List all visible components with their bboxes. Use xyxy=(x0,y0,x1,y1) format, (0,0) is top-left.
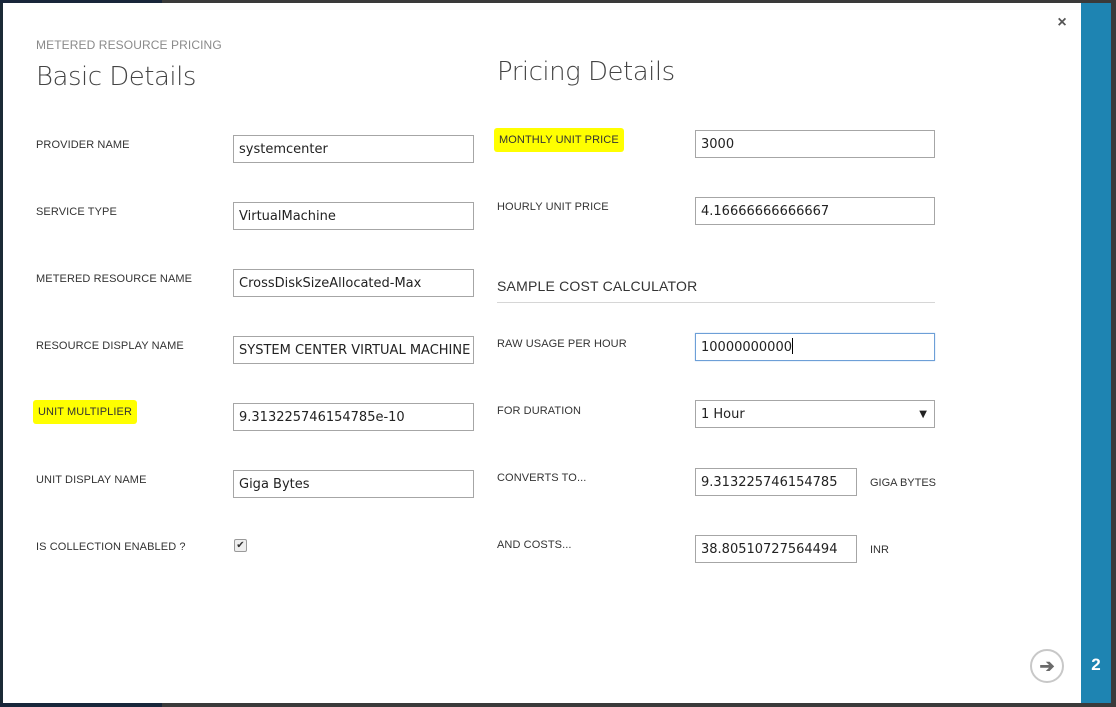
provider-name-label: PROVIDER NAME xyxy=(36,139,130,151)
costs-label: AND COSTS... xyxy=(497,539,572,551)
converts-to-output[interactable]: 9.313225746154785 xyxy=(695,468,857,496)
unit-multiplier-label: UNIT MULTIPLIER xyxy=(33,400,137,424)
duration-label: FOR DURATION xyxy=(497,405,582,417)
metered-resource-name-label: METERED RESOURCE NAME xyxy=(36,273,193,285)
hourly-unit-price-label: HOURLY UNIT PRICE xyxy=(497,201,609,213)
sample-cost-calculator-heading: SAMPLE COST CALCULATOR xyxy=(497,278,698,294)
unit-display-name-label: UNIT DISPLAY NAME xyxy=(36,474,147,486)
text-caret xyxy=(791,338,793,354)
chevron-down-icon: ▼ xyxy=(919,409,927,420)
collection-enabled-checkbox[interactable]: ✔ xyxy=(234,539,247,552)
wizard-step-bar xyxy=(1081,3,1111,703)
pricing-details-heading: Pricing Details xyxy=(497,57,675,87)
resource-display-name-label: RESOURCE DISPLAY NAME xyxy=(36,340,184,352)
raw-usage-value: 10000000000 xyxy=(701,340,792,355)
monthly-unit-price-label: MONTHLY UNIT PRICE xyxy=(494,128,624,152)
service-type-input[interactable]: VirtualMachine xyxy=(233,202,474,230)
provider-name-input[interactable]: systemcenter xyxy=(233,135,474,163)
dialog-subtitle: METERED RESOURCE PRICING xyxy=(36,38,222,52)
converts-to-unit: GIGA BYTES xyxy=(870,477,937,489)
next-arrow-icon[interactable]: ➔ xyxy=(1030,649,1064,683)
duration-selected-value: 1 Hour xyxy=(701,407,745,422)
hourly-unit-price-input[interactable]: 4.16666666666667 xyxy=(695,197,935,225)
resource-display-name-input[interactable]: SYSTEM CENTER VIRTUAL MACHINE - C xyxy=(233,336,474,364)
raw-usage-label: RAW USAGE PER HOUR xyxy=(497,338,627,350)
duration-select[interactable]: 1 Hour ▼ xyxy=(695,400,935,428)
converts-to-label: CONVERTS TO... xyxy=(497,472,587,484)
step-number: 2 xyxy=(1091,655,1101,674)
basic-details-heading: Basic Details xyxy=(36,62,196,92)
section-divider xyxy=(497,302,935,303)
service-type-label: SERVICE TYPE xyxy=(36,206,117,218)
currency-unit: INR xyxy=(870,544,889,556)
metered-resource-name-input[interactable]: CrossDiskSizeAllocated-Max xyxy=(233,269,474,297)
monthly-unit-price-input[interactable]: 3000 xyxy=(695,130,935,158)
raw-usage-input[interactable]: 10000000000 xyxy=(695,333,935,361)
costs-output[interactable]: 38.80510727564494 xyxy=(695,535,857,563)
monthly-unit-price-label-text: MONTHLY UNIT PRICE xyxy=(494,128,624,152)
unit-multiplier-input[interactable]: 9.313225746154785e-10 xyxy=(233,403,474,431)
background-strip-bottom xyxy=(0,703,162,707)
close-icon[interactable]: × xyxy=(1054,15,1070,31)
unit-display-name-input[interactable]: Giga Bytes xyxy=(233,470,474,498)
unit-multiplier-label-text: UNIT MULTIPLIER xyxy=(33,400,137,424)
collection-enabled-label: IS COLLECTION ENABLED ? xyxy=(36,541,186,553)
